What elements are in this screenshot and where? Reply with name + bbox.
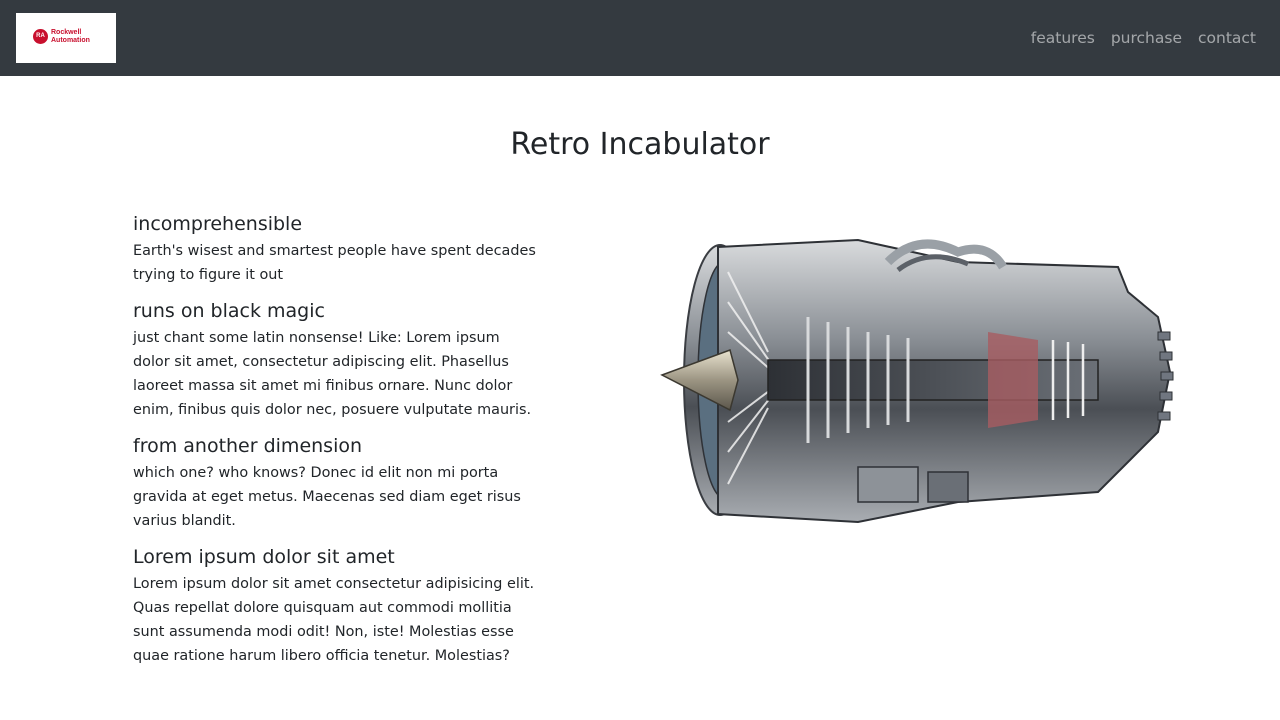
nav-links: features purchase contact [1031,28,1256,48]
feature-text: Lorem ipsum dolor sit amet consectetur a… [133,576,535,664]
feature-text: which one? who knows? Donec id elit non … [133,465,521,529]
feature-heading: Lorem ipsum dolor sit amet [133,546,395,568]
feature-item: from another dimension which one? who kn… [133,434,538,533]
feature-text: just chant some latin nonsense! Like: Lo… [133,330,532,418]
feature-item: Lorem ipsum dolor sit amet Lorem ipsum d… [133,545,538,668]
nav-link-features[interactable]: features [1031,28,1095,48]
feature-list: incomprehensible Earth's wisest and smar… [133,212,538,680]
feature-heading: incomprehensible [133,213,303,235]
page-title: Retro Incabulator [510,127,770,162]
logo-badge: RA [33,29,48,44]
feature-heading: from another dimension [133,435,363,457]
jet-engine-illustration [660,238,1174,524]
brand-logo[interactable]: RA Rockwell Automation [16,13,116,63]
nav-link-purchase[interactable]: purchase [1111,28,1182,48]
nav-link-contact[interactable]: contact [1198,28,1256,48]
feature-heading: runs on black magic [133,300,325,322]
feature-item: incomprehensible Earth's wisest and smar… [133,212,538,287]
feature-text: Earth's wisest and smartest people have … [133,243,536,283]
logo-line-2: Automation [51,36,90,44]
logo-text: Rockwell Automation [51,29,90,44]
feature-item: runs on black magic just chant some lati… [133,299,538,422]
logo-line-1: Rockwell [51,29,82,36]
navbar: RA Rockwell Automation features purchase… [0,0,1280,76]
